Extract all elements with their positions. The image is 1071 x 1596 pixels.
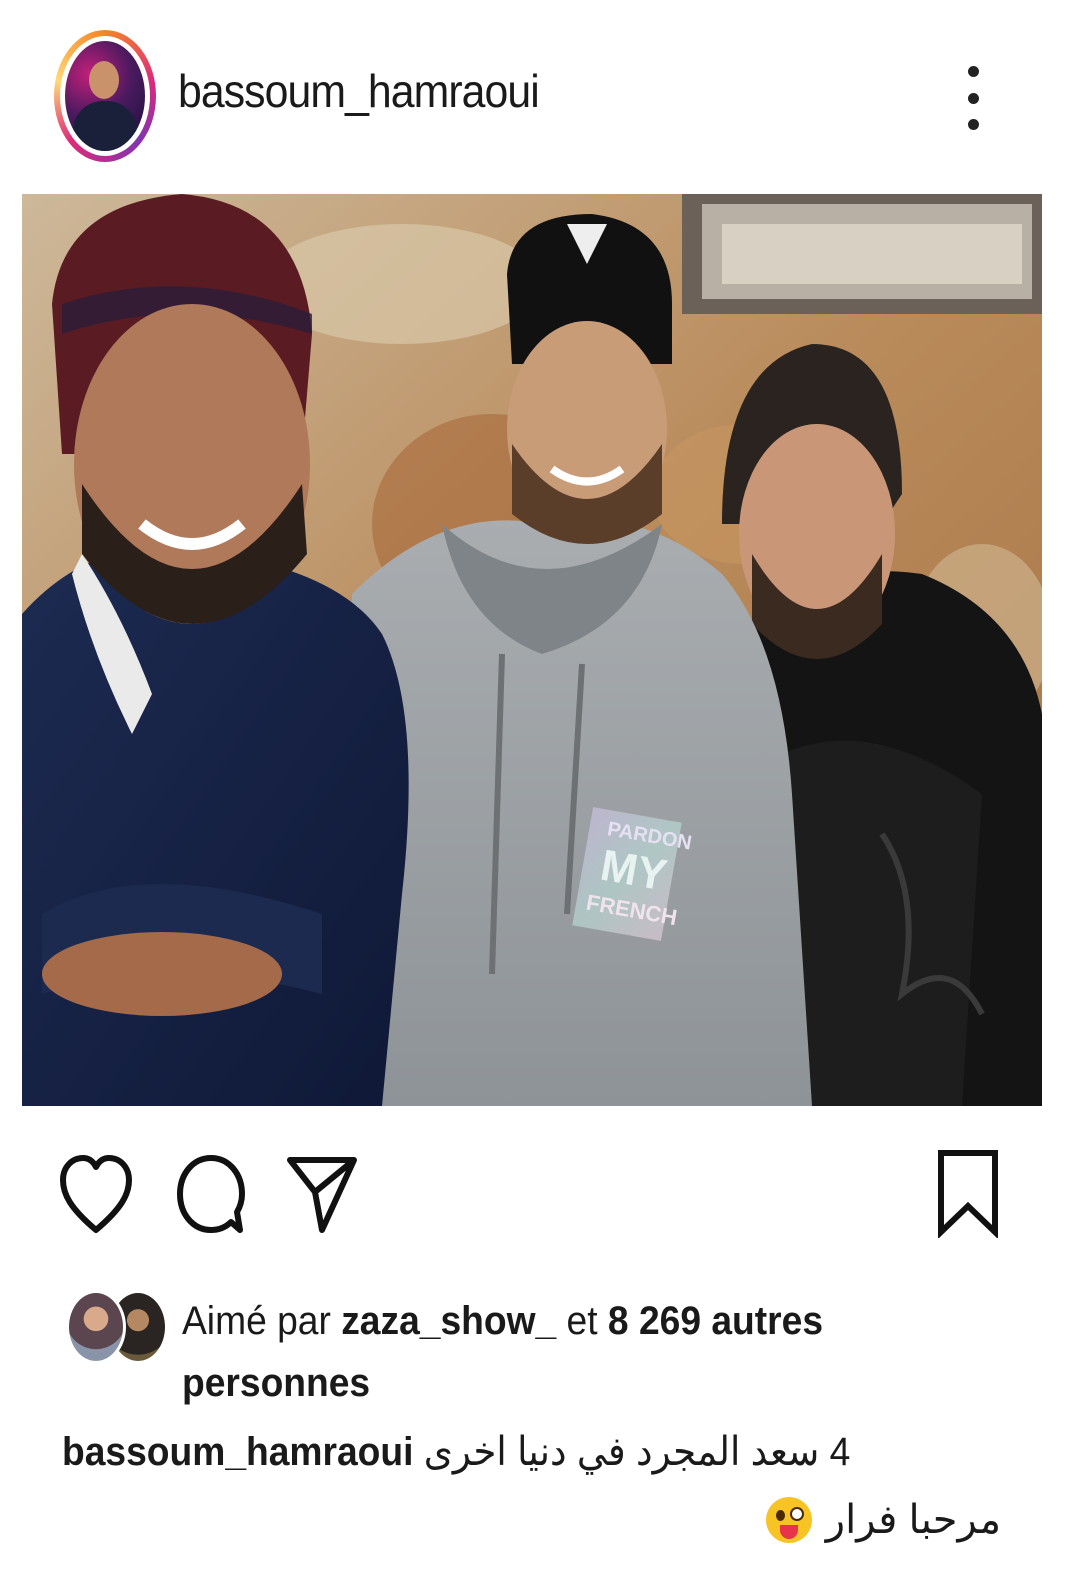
caption-text-2: مرحبا فرار (825, 1498, 1001, 1542)
caption-username[interactable]: bassoum_hamraoui (62, 1430, 413, 1474)
post-username[interactable]: bassoum_hamraoui (178, 64, 540, 118)
liker-username[interactable]: zaza_show_ (341, 1299, 556, 1343)
post-header: bassoum_hamraoui (0, 0, 1071, 192)
liker-avatar (66, 1290, 126, 1364)
likes-row: Aimé par zaza_show_ et 8 269 autres pers… (66, 1290, 1016, 1410)
send-icon[interactable] (286, 1154, 358, 1236)
avatar-border (60, 36, 150, 156)
caption: bassoum_hamraoui 4 سعد المجرد في دنيا اخ… (62, 1424, 955, 1480)
zany-face-emoji (765, 1497, 812, 1543)
emoji-tongue (779, 1525, 798, 1539)
likes-middle: et (556, 1299, 608, 1343)
action-bar (0, 1140, 1071, 1250)
likes-prefix: Aimé par (182, 1299, 342, 1343)
profile-avatar[interactable] (54, 30, 156, 162)
bookmark-icon[interactable] (936, 1148, 1000, 1238)
more-dot (967, 66, 979, 77)
more-vertical-icon[interactable] (958, 66, 988, 130)
comment-icon[interactable] (176, 1154, 246, 1236)
post-photo-illustration: PARDON MY FRENCH (22, 194, 1042, 1106)
avatar-image (65, 41, 145, 151)
post-photo[interactable]: PARDON MY FRENCH (22, 194, 1042, 1106)
heart-icon[interactable] (60, 1154, 132, 1236)
avatar-body (73, 101, 137, 151)
likes-text[interactable]: Aimé par zaza_show_ et 8 269 autres pers… (182, 1290, 926, 1414)
more-dot (967, 92, 979, 104)
avatar-face (89, 61, 119, 99)
caption-text: 4 سعد المجرد في دنيا اخرى (423, 1430, 851, 1474)
liker-avatars[interactable] (66, 1290, 168, 1364)
caption-line-2: مرحبا فرار (765, 1490, 1001, 1550)
more-dot (967, 119, 979, 130)
